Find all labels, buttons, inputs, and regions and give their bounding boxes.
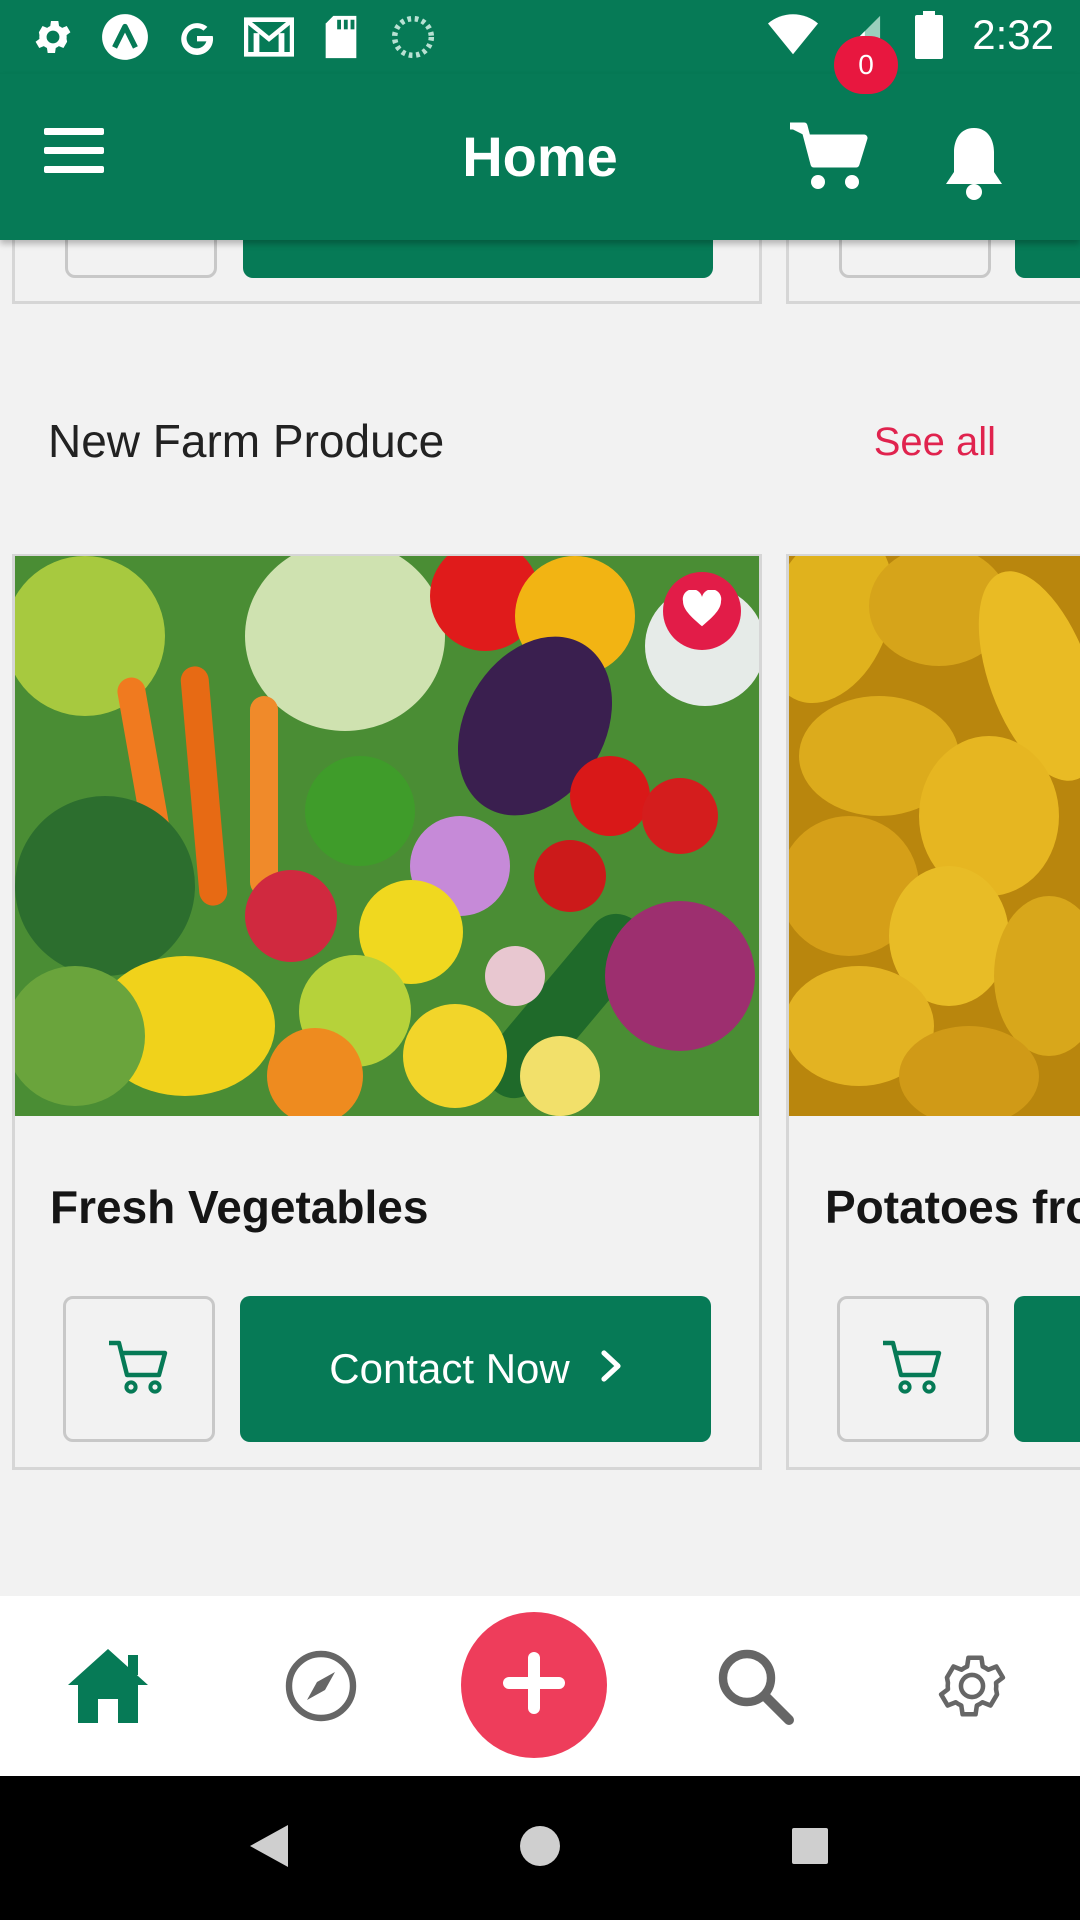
- cart-count-badge: 0: [834, 36, 898, 94]
- contact-now-button[interactable]: Contact Now: [240, 1296, 711, 1442]
- assistant-icon: [100, 12, 150, 62]
- cart-icon: [107, 1339, 171, 1400]
- wifi-icon: [768, 10, 819, 60]
- contact-now-label: Contact Now: [329, 1345, 570, 1392]
- recents-icon[interactable]: [780, 1816, 840, 1876]
- section-title: New Farm Produce: [48, 415, 445, 467]
- add-to-cart-button[interactable]: [63, 1296, 215, 1442]
- loading-icon: [388, 12, 438, 62]
- product-image-vegetables: [15, 556, 759, 1116]
- home-icon[interactable]: [58, 1636, 158, 1736]
- home-system-icon[interactable]: [510, 1816, 570, 1876]
- status-time: 2:32: [972, 11, 1054, 58]
- system-nav-bar: [0, 1776, 1080, 1920]
- page-title: Home: [462, 125, 618, 188]
- product-image-potatoes: [789, 556, 1080, 1116]
- bell-icon[interactable]: [942, 124, 1012, 204]
- heart-icon: [681, 588, 723, 633]
- search-icon[interactable]: [705, 1636, 805, 1736]
- app-bar: Home: [0, 74, 1080, 240]
- chevron-right-icon: [600, 1345, 622, 1393]
- sd-card-icon: [316, 12, 366, 62]
- see-all-link[interactable]: See all: [874, 420, 996, 465]
- google-icon: [172, 12, 222, 62]
- cart-icon[interactable]: [790, 122, 870, 202]
- explore-icon[interactable]: [271, 1636, 371, 1736]
- gmail-icon: [244, 12, 294, 62]
- settings-icon[interactable]: [922, 1636, 1022, 1736]
- back-icon[interactable]: [240, 1816, 300, 1876]
- settings-icon: [28, 12, 78, 62]
- cart-icon: [881, 1339, 945, 1400]
- add-icon: [499, 1648, 569, 1723]
- product-name: Potatoes fro: [825, 1181, 1080, 1233]
- status-bar: 2:32: [0, 0, 1080, 74]
- favorite-button[interactable]: [663, 572, 741, 650]
- product-name: Fresh Vegetables: [50, 1181, 429, 1233]
- contact-now-button[interactable]: [1014, 1296, 1080, 1442]
- add-to-cart-button[interactable]: [837, 1296, 989, 1442]
- battery-icon: [904, 10, 954, 60]
- add-button[interactable]: [461, 1612, 607, 1758]
